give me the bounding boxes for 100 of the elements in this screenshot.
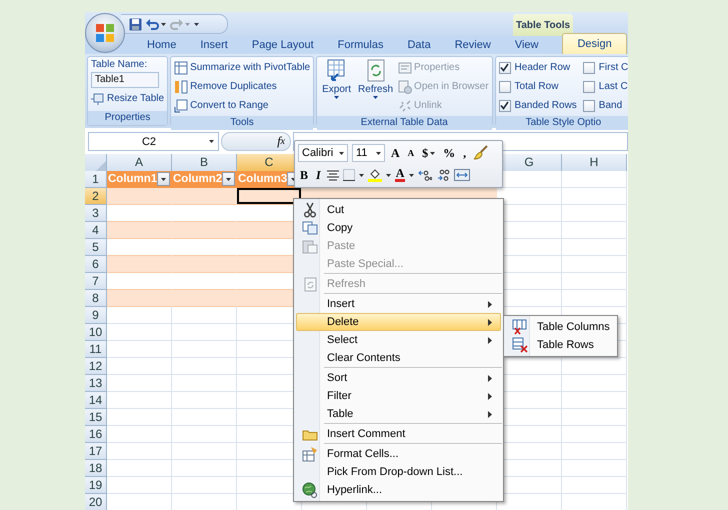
option-label: Last C <box>598 81 628 92</box>
pivot-table-icon <box>174 60 188 74</box>
scissors-icon <box>303 202 317 218</box>
menu-item[interactable]: Cut <box>296 201 501 219</box>
undo-button[interactable] <box>146 18 166 30</box>
name-box[interactable]: C2 <box>88 132 219 151</box>
row-header[interactable]: 14 <box>85 392 107 409</box>
ribbon-tab[interactable]: View <box>502 36 550 54</box>
properties-icon <box>398 61 412 74</box>
ribbon-button[interactable]: Summarize with PivotTable <box>174 59 310 76</box>
row-header[interactable]: 18 <box>85 460 107 477</box>
row-header[interactable]: 5 <box>85 239 107 256</box>
menu-item[interactable]: Copy <box>296 219 501 237</box>
ribbon-button[interactable]: Remove Duplicates <box>174 78 310 95</box>
row-header[interactable]: 13 <box>85 375 107 392</box>
currency-button[interactable]: $ <box>420 146 438 160</box>
italic-button[interactable]: I <box>314 168 323 182</box>
row-header[interactable]: 6 <box>85 256 107 273</box>
row-header[interactable]: 8 <box>85 290 107 307</box>
caret-icon <box>161 178 166 180</box>
column-title: Column2 <box>173 173 222 185</box>
row-header[interactable]: 7 <box>85 273 107 290</box>
decrease-decimal-icon <box>436 169 450 181</box>
ribbon-button[interactable]: Convert to Range <box>174 97 310 114</box>
menu-item[interactable]: Table Rows <box>506 336 615 354</box>
merge-cells-icon <box>454 169 470 181</box>
checkbox[interactable] <box>498 62 511 74</box>
ribbon-tab[interactable]: Review <box>442 36 503 54</box>
row-header[interactable]: 1 <box>85 171 107 188</box>
row-header[interactable]: 2 <box>85 188 107 205</box>
ribbon-tab[interactable]: Page Layout <box>240 36 326 54</box>
ribbon-large-button[interactable]: Export <box>320 59 354 114</box>
center-align-icon <box>326 170 339 180</box>
menu-item[interactable]: Table Columns <box>506 318 615 336</box>
grow-font-button[interactable]: A <box>389 146 402 160</box>
save-button[interactable] <box>129 18 142 30</box>
ribbon-tab[interactable]: Data <box>395 36 443 54</box>
submenu-arrow-icon <box>488 336 492 344</box>
menu-item[interactable]: Pick From Drop-down List... <box>296 463 501 481</box>
row-header[interactable]: 12 <box>85 358 107 375</box>
table-name-field[interactable]: Table1 <box>91 72 159 88</box>
submenu-arrow-icon <box>488 374 492 382</box>
format-button[interactable]: , <box>461 146 468 160</box>
menu-item[interactable]: Clear Contents <box>296 349 501 367</box>
resize-table-button[interactable]: Resize Table <box>91 90 164 107</box>
column-header[interactable]: A <box>107 154 172 172</box>
row-header[interactable]: 11 <box>85 341 107 358</box>
menu-item[interactable]: Delete <box>296 313 501 331</box>
menu-item[interactable]: Select <box>296 331 501 349</box>
ribbon-tab[interactable]: Design <box>562 33 627 54</box>
submenu-arrow-icon <box>488 392 492 400</box>
shrink-font-button[interactable]: A <box>406 148 416 158</box>
ribbon-tab[interactable]: Formulas <box>326 36 396 54</box>
format-button[interactable]: % <box>441 146 458 160</box>
font-field[interactable]: Calibri <box>298 144 348 162</box>
checkbox[interactable] <box>582 100 595 112</box>
filter-button[interactable] <box>222 172 235 186</box>
menu-item[interactable]: Sort <box>296 369 501 387</box>
row-header[interactable]: 20 <box>85 494 107 510</box>
menu-item[interactable]: Hyperlink... <box>296 481 501 499</box>
caret-icon <box>226 178 232 180</box>
group-title: External Table Data <box>317 116 492 130</box>
menu-item[interactable]: Insert <box>296 295 501 313</box>
copy-icon <box>302 221 318 235</box>
checkbox[interactable] <box>582 80 595 92</box>
row-header[interactable]: 3 <box>85 205 107 222</box>
font-color-button[interactable]: A <box>394 168 406 182</box>
customize-button[interactable] <box>194 22 199 26</box>
folder-icon <box>302 428 318 440</box>
group-title: Table Style Optio <box>496 116 628 130</box>
submenu-arrow-icon <box>488 410 492 418</box>
row-header[interactable]: 9 <box>85 307 107 324</box>
ribbon-tab[interactable]: Insert <box>188 36 240 54</box>
row-header[interactable]: 19 <box>85 477 107 494</box>
column-header[interactable]: B <box>172 154 237 172</box>
checkbox[interactable] <box>582 62 595 74</box>
row-header[interactable]: 15 <box>85 409 107 426</box>
row-header[interactable]: 16 <box>85 426 107 443</box>
menu-item[interactable]: Filter <box>296 387 501 405</box>
ribbon-large-button[interactable]: Refresh <box>356 59 396 114</box>
caret-icon <box>386 174 391 176</box>
menu-item[interactable]: Table <box>296 405 501 423</box>
font-field[interactable]: 11 <box>352 144 385 162</box>
row-header[interactable]: 10 <box>85 324 107 341</box>
column-title: Column3 <box>238 173 288 185</box>
menu-item[interactable]: Insert Comment <box>296 425 501 443</box>
triangle-icon <box>96 161 106 171</box>
increase-decimal-icon <box>418 169 432 181</box>
checkbox[interactable] <box>498 80 511 92</box>
menu-item[interactable]: Format Cells... <box>296 445 501 463</box>
caret-icon <box>376 152 381 154</box>
checkbox[interactable] <box>498 100 511 112</box>
contextual-tab-label: Table Tools <box>513 14 573 36</box>
filter-button[interactable] <box>157 172 170 186</box>
row-header[interactable]: 17 <box>85 443 107 460</box>
row-header[interactable]: 4 <box>85 222 107 239</box>
column-header[interactable]: H <box>562 154 627 172</box>
ribbon-tab[interactable]: Home <box>135 36 188 54</box>
submenu-arrow-icon <box>488 300 492 308</box>
columns-icon <box>174 80 188 94</box>
